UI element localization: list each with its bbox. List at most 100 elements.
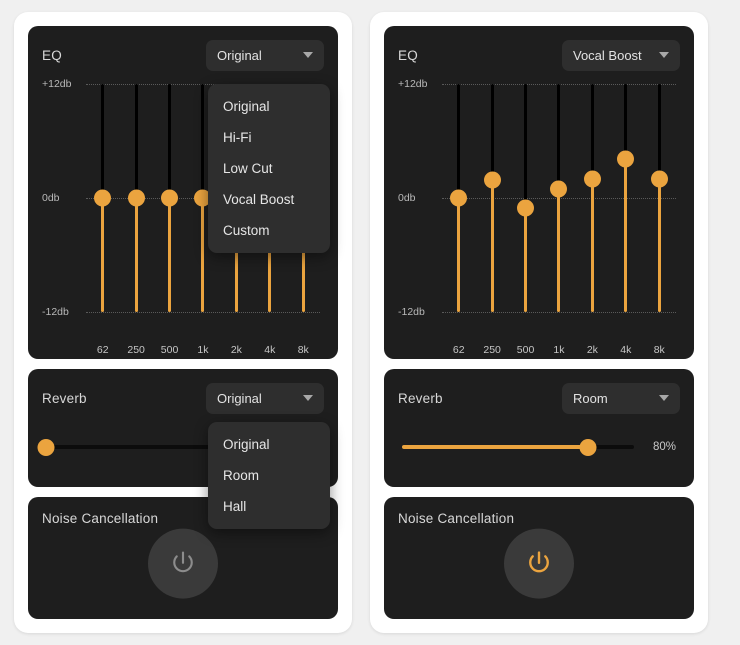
eq-preset-dropdown-right[interactable]: Vocal Boost: [562, 39, 680, 71]
eq-band-track-62-left: [101, 84, 105, 198]
noise-cancellation-power-wrap-right: [504, 528, 574, 599]
eq-band-track-1k-left: [201, 84, 205, 198]
eq-band-slider-62-left[interactable]: [89, 78, 117, 336]
eq-frequency-label-500-left: 500: [160, 344, 179, 356]
eq-axis-top-left: +12db: [42, 78, 72, 90]
eq-band-track-1k-right: [557, 84, 561, 189]
reverb-slider-thumb-right[interactable]: [579, 438, 597, 456]
eq-band-fill-250-right: [490, 179, 494, 312]
eq-band-thumb-2k-right[interactable]: [583, 170, 601, 188]
reverb-panel-right: Reverb Room 80%: [384, 369, 694, 487]
reverb-preset-dropdown-right[interactable]: Room: [562, 382, 680, 414]
eq-band-slider-62-right[interactable]: [445, 78, 473, 336]
eq-title-left: EQ: [42, 47, 62, 63]
chevron-down-icon: [303, 52, 313, 58]
eq-band-fill-1k-right: [557, 188, 561, 312]
eq-band-fill-500-left: [168, 198, 172, 312]
reverb-amount-slider-right[interactable]: [402, 438, 634, 456]
eq-frequency-label-500-right: 500: [516, 344, 535, 356]
app-screen: EQ Original +12db 0db -12db 62 250 500 1k 2k…: [0, 0, 740, 645]
reverb-preset-menu-item-hall-left[interactable]: Hall: [208, 491, 330, 522]
eq-band-slider-2k-right[interactable]: [578, 78, 606, 336]
eq-preset-menu-item-original-left[interactable]: Original: [208, 91, 330, 122]
eq-frequency-label-250-right: 250: [483, 344, 501, 356]
noise-cancellation-toggle-right[interactable]: [504, 528, 574, 599]
eq-band-track-2k-right: [590, 84, 594, 179]
eq-band-slider-500-left[interactable]: [156, 78, 184, 336]
eq-frequency-label-62-left: 62: [96, 344, 109, 356]
eq-frequency-labels-left: 62 250 500 1k 2k 4k 8k: [86, 344, 320, 356]
eq-panel-right: EQ Vocal Boost +12db 0db -12db 62 250 500 1…: [384, 26, 694, 360]
eq-band-track-8k-right: [657, 84, 661, 179]
eq-band-track-4k-right: [624, 84, 628, 160]
eq-band-slider-1k-right[interactable]: [545, 78, 573, 336]
reverb-preset-menu-left[interactable]: Original Room Hall: [208, 422, 330, 530]
eq-axis-bottom-right: -12db: [398, 306, 425, 318]
eq-band-thumb-1k-right[interactable]: [550, 180, 568, 197]
chevron-down-icon: [303, 395, 313, 402]
eq-band-slider-4k-right[interactable]: [612, 78, 640, 336]
right-settings-card: EQ Vocal Boost +12db 0db -12db 62 250 500 1…: [370, 12, 708, 633]
eq-band-thumb-250-right[interactable]: [483, 171, 501, 189]
eq-band-track-250-left: [134, 84, 138, 198]
eq-band-track-500-left: [168, 84, 172, 198]
eq-band-fill-4k-right: [624, 159, 628, 312]
power-icon: [173, 551, 193, 572]
noise-cancellation-panel-right: Noise Cancellation: [384, 496, 694, 619]
eq-band-slider-250-left[interactable]: [122, 78, 150, 336]
noise-cancellation-toggle-left[interactable]: [148, 528, 218, 599]
eq-preset-menu-left[interactable]: Original Hi-Fi Low Cut Vocal Boost Custom: [208, 84, 330, 253]
eq-frequency-label-2k-left: 2k: [230, 344, 242, 356]
eq-band-fill-500-right: [524, 208, 528, 312]
eq-band-fill-2k-right: [590, 179, 594, 312]
eq-frequency-label-8k-right: 8k: [653, 344, 665, 356]
reverb-panel-left: Reverb Original Original Room Hall: [28, 369, 338, 530]
reverb-title-right: Reverb: [398, 390, 443, 406]
eq-band-thumb-500-left[interactable]: [161, 189, 179, 207]
eq-band-thumb-62-right[interactable]: [450, 189, 468, 207]
eq-band-thumb-62-left[interactable]: [94, 189, 112, 207]
eq-sliders-right: [442, 78, 676, 336]
eq-band-track-250-right: [490, 84, 494, 180]
eq-graph-right: +12db 0db -12db 62 250 500 1k 2k 4k 8k: [398, 78, 680, 356]
eq-band-slider-500-right[interactable]: [512, 78, 540, 336]
reverb-amount-value-right: 80%: [652, 441, 676, 454]
eq-frequency-labels-right: 62 250 500 1k 2k 4k 8k: [442, 344, 676, 356]
noise-cancellation-title-right: Noise Cancellation: [398, 510, 515, 526]
reverb-preset-value-left: Original: [217, 390, 262, 406]
eq-preset-value-right: Vocal Boost: [573, 47, 642, 63]
eq-frequency-label-62-right: 62: [452, 344, 465, 356]
reverb-preset-menu-item-room-left[interactable]: Room: [208, 460, 330, 491]
eq-frequency-label-250-left: 250: [127, 344, 145, 356]
reverb-header-right: Reverb Room: [398, 382, 680, 414]
eq-preset-menu-item-hi-fi-left[interactable]: Hi-Fi: [208, 122, 330, 153]
eq-band-fill-62-left: [101, 198, 105, 312]
eq-preset-menu-item-custom-left[interactable]: Custom: [208, 215, 330, 246]
chevron-down-icon: [659, 395, 669, 402]
eq-preset-dropdown-left[interactable]: Original: [206, 39, 324, 71]
eq-frequency-label-4k-right: 4k: [620, 344, 632, 356]
eq-preset-menu-item-vocal-boost-left[interactable]: Vocal Boost: [208, 184, 330, 215]
eq-band-slider-250-right[interactable]: [478, 78, 506, 336]
eq-band-slider-8k-right[interactable]: [645, 78, 673, 336]
eq-band-thumb-8k-right[interactable]: [650, 170, 668, 188]
eq-axis-bottom-left: -12db: [42, 306, 69, 318]
reverb-slider-row-right: 80%: [398, 438, 680, 456]
reverb-slider-thumb-left[interactable]: [37, 438, 55, 456]
noise-cancellation-power-wrap-left: [148, 528, 218, 599]
power-icon: [529, 551, 549, 573]
reverb-preset-menu-item-original-left[interactable]: Original: [208, 429, 330, 460]
eq-band-fill-250-left: [134, 198, 138, 312]
eq-frequency-label-1k-right: 1k: [553, 344, 565, 356]
eq-band-track-500-right: [524, 84, 528, 209]
eq-band-fill-1k-left: [201, 198, 205, 312]
eq-band-thumb-250-left[interactable]: [127, 189, 145, 207]
eq-header-left: EQ Original: [42, 39, 324, 71]
eq-band-track-62-right: [457, 84, 461, 198]
eq-band-thumb-4k-right[interactable]: [617, 150, 635, 168]
eq-preset-menu-item-low-cut-left[interactable]: Low Cut: [208, 153, 330, 184]
reverb-preset-dropdown-left[interactable]: Original: [206, 382, 324, 414]
eq-band-thumb-500-right[interactable]: [517, 199, 535, 217]
eq-panel-left: EQ Original +12db 0db -12db 62 250 500 1k 2k…: [28, 26, 338, 360]
eq-preset-value-left: Original: [217, 47, 262, 63]
